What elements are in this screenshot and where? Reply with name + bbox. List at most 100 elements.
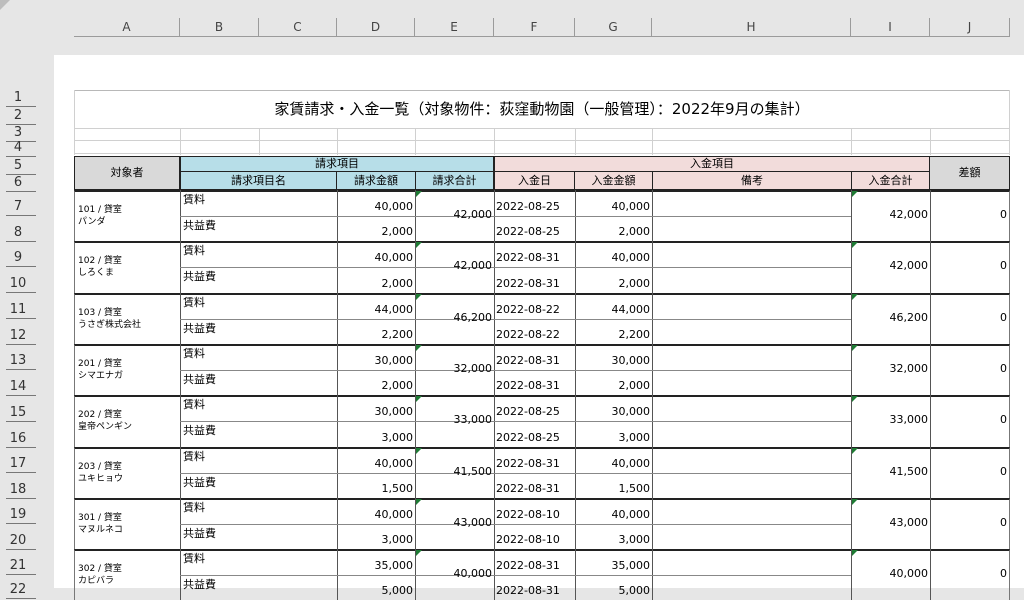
payment-total: 32,000 [889,362,929,375]
billing-amount: 30,000 [374,405,414,418]
billing-amount: 2,000 [381,225,414,238]
error-indicator [416,396,422,402]
row-header-22[interactable]: 22 [0,582,36,597]
header-target: 対象者 [74,156,180,190]
row-header-20[interactable]: 20 [0,533,36,548]
row-header-16[interactable]: 16 [0,431,36,446]
row-header-19[interactable]: 19 [0,507,36,522]
record-name: マヌルネコ [78,525,123,535]
billing-item-name: 共益費 [183,373,216,386]
cell-border [494,216,851,217]
billing-amount: 40,000 [374,508,414,521]
row-header-5[interactable]: 5 [0,158,36,173]
column-header-I[interactable]: I [851,18,930,37]
billing-amount: 40,000 [374,457,414,470]
payment-total: 43,000 [889,516,929,529]
header-note: 備考 [652,171,852,190]
gridline [652,128,653,155]
error-indicator [852,550,858,556]
row-header-9[interactable]: 9 [0,250,36,265]
row-header-17[interactable]: 17 [0,456,36,471]
billing-total: 43,000 [453,516,493,529]
difference: 0 [1000,465,1007,478]
row-header-10[interactable]: 10 [0,276,36,291]
row-header-21[interactable]: 21 [0,558,36,573]
column-header-D[interactable]: D [337,18,415,37]
row-header-18[interactable]: 18 [0,482,36,497]
difference: 0 [1000,413,1007,426]
row-header-4[interactable]: 4 [0,140,36,155]
error-indicator [852,294,858,300]
billing-total: 41,500 [453,465,493,478]
difference: 0 [1000,259,1007,272]
row-divider [6,191,36,192]
billing-amount: 2,000 [381,277,414,290]
row-header-8[interactable]: 8 [0,225,36,240]
payment-amount: 3,000 [618,431,651,444]
payment-date: 2022-08-25 [496,431,560,444]
billing-item-name: 共益費 [183,476,216,489]
billing-amount: 2,200 [381,328,414,341]
row-divider [6,574,36,575]
billing-item-name: 共益費 [183,527,216,540]
payment-date: 2022-08-31 [496,482,560,495]
column-header-B[interactable]: B [180,18,259,37]
difference: 0 [1000,567,1007,580]
gridline [851,128,852,155]
row-header-14[interactable]: 14 [0,379,36,394]
payment-amount: 2,000 [618,277,651,290]
gridline [180,128,181,155]
payment-date: 2022-08-31 [496,559,560,572]
row-header-2[interactable]: 2 [0,108,36,123]
header-billing-group: 請求項目 [180,156,494,172]
column-header-E[interactable]: E [415,18,494,37]
payment-amount: 40,000 [611,200,651,213]
row-header-13[interactable]: 13 [0,353,36,368]
row-header-bar: 1 2 3 4 5 6 7 8 9 10 11 12 13 14 15 16 17 18 19 20 21 22 [0,38,36,599]
row-divider [6,523,36,524]
column-header-F[interactable]: F [494,18,575,37]
error-indicator [852,242,858,248]
billing-amount: 30,000 [374,354,414,367]
payment-date: 2022-08-31 [496,457,560,470]
row-divider [6,395,36,396]
row-header-15[interactable]: 15 [0,405,36,420]
header-payment-group: 入金項目 [494,156,930,172]
payment-date: 2022-08-31 [496,354,560,367]
row-divider [6,369,36,370]
column-header-C[interactable]: C [259,18,337,37]
payment-date: 2022-08-31 [496,277,560,290]
select-all-corner[interactable] [0,0,10,10]
gridline [494,128,495,155]
billing-item-name: 賃料 [183,296,205,309]
payment-amount: 2,200 [618,328,651,341]
row-header-6[interactable]: 6 [0,175,36,190]
column-header-G[interactable]: G [575,18,652,37]
error-indicator [852,499,858,505]
record-unit: 103 / 貸室 [78,308,122,318]
row-header-3[interactable]: 3 [0,125,36,140]
header-payment-date: 入金日 [494,171,575,190]
payment-total: 33,000 [889,413,929,426]
gridline [74,140,1010,141]
cell-border [494,524,851,525]
row-header-7[interactable]: 7 [0,199,36,214]
billing-item-name: 賃料 [183,347,205,360]
column-header-A[interactable]: A [74,18,180,37]
header-payment-amount: 入金金額 [574,171,653,190]
payment-date: 2022-08-31 [496,251,560,264]
billing-total: 42,000 [453,208,493,221]
billing-item-name: 共益費 [183,270,216,283]
billing-total: 46,200 [453,311,493,324]
column-header-J[interactable]: J [930,18,1010,37]
payment-amount: 30,000 [611,354,651,367]
row-header-11[interactable]: 11 [0,302,36,317]
gridline [74,128,1010,129]
error-indicator [416,345,422,351]
row-header-12[interactable]: 12 [0,328,36,343]
record-name: うさぎ株式会社 [78,320,142,330]
row-header-1[interactable]: 1 [0,90,36,105]
gridline [337,128,338,155]
column-header-H[interactable]: H [652,18,851,37]
payment-date: 2022-08-22 [496,303,560,316]
